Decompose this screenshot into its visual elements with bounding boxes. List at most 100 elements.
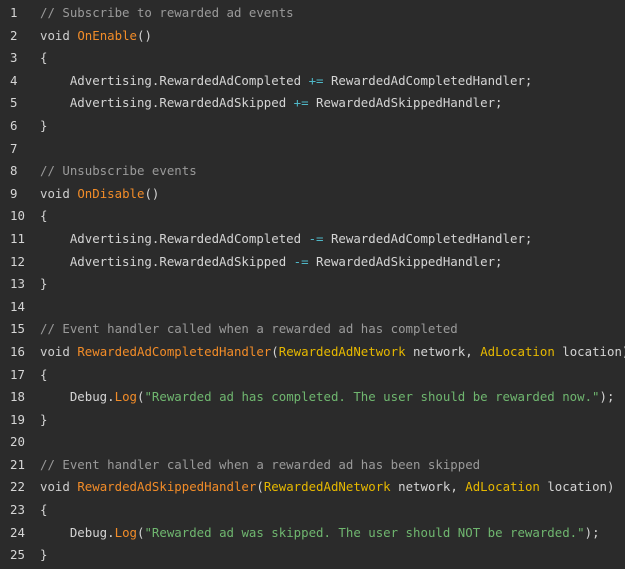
code-line[interactable]: 6} — [0, 115, 625, 138]
line-number: 11 — [10, 230, 25, 246]
code-text[interactable]: void RewardedAdCompletedHandler(Rewarded… — [40, 341, 625, 364]
code-token-string: "Rewarded ad has completed. The user sho… — [144, 389, 600, 405]
code-token-op: -= — [293, 253, 309, 269]
code-line[interactable]: 19} — [0, 409, 625, 432]
code-token-text: ( — [271, 343, 279, 359]
code-token-type: AdLocation — [480, 343, 555, 359]
line-number: 13 — [10, 276, 25, 292]
code-text[interactable]: void OnDisable() — [40, 183, 625, 206]
code-token-keyword: void — [40, 343, 78, 359]
code-token-func: RewardedAdCompletedHandler — [77, 343, 272, 359]
code-token-text: location) — [539, 479, 615, 495]
code-token-func: RewardedAdSkippedHandler — [77, 479, 257, 495]
code-text[interactable]: { — [40, 499, 625, 522]
code-token-func: Log — [114, 524, 137, 540]
line-number: 9 — [10, 185, 18, 201]
code-text[interactable]: Advertising.RewardedAdCompleted -= Rewar… — [40, 228, 625, 251]
code-token-text: } — [40, 547, 48, 563]
code-token-text: RewardedAdSkippedHandler; — [308, 95, 503, 111]
code-token-text: () — [137, 27, 152, 43]
code-text[interactable]: Advertising.RewardedAdCompleted += Rewar… — [40, 70, 625, 93]
code-text[interactable]: { — [40, 205, 625, 228]
code-line[interactable]: 16 void RewardedAdCompletedHandler(Reward… — [0, 341, 625, 364]
code-token-text: ); — [584, 524, 600, 540]
code-token-comment: // Unsubscribe events — [40, 163, 197, 179]
code-token-comment: // Event handler called when a rewarded … — [40, 456, 481, 472]
code-token-text: Advertising.RewardedAdCompleted — [40, 72, 309, 88]
code-token-text: Debug. — [40, 524, 115, 540]
code-text[interactable]: Debug.Log("Rewarded ad was skipped. The … — [40, 522, 625, 545]
code-token-text: () — [144, 185, 160, 201]
line-number: 25 — [10, 547, 25, 563]
code-line[interactable]: 17 { — [0, 364, 625, 387]
code-text[interactable]: Advertising.RewardedAdSkipped -= Rewarde… — [40, 251, 625, 274]
code-token-keyword: void — [40, 27, 78, 43]
code-token-text: { — [40, 366, 48, 382]
code-token-text: } — [40, 117, 48, 133]
code-token-type: RewardedAdNetwork — [278, 343, 406, 359]
line-number: 4 — [10, 72, 18, 88]
code-token-text: network, — [405, 343, 481, 359]
code-line[interactable]: 8 // Unsubscribe events — [0, 160, 625, 183]
code-token-type: RewardedAdNetwork — [263, 479, 391, 495]
code-line[interactable]: 10 { — [0, 205, 625, 228]
code-line[interactable]: 25} — [0, 544, 625, 567]
line-number: 15 — [10, 321, 25, 337]
code-text[interactable]: Advertising.RewardedAdSkipped += Rewarde… — [40, 92, 625, 115]
code-line[interactable]: 22 void RewardedAdSkippedHandler(Rewarded… — [0, 476, 625, 499]
line-number: 5 — [10, 95, 18, 111]
code-line[interactable]: 1 // Subscribe to rewarded ad events — [0, 2, 625, 25]
code-token-text: RewardedAdCompletedHandler; — [323, 230, 533, 246]
code-line[interactable]: 23 { — [0, 499, 625, 522]
code-line[interactable]: 2 void OnEnable() — [0, 25, 625, 48]
code-token-text: { — [40, 208, 48, 224]
line-number: 19 — [10, 411, 25, 427]
code-line[interactable]: 7 — [0, 138, 625, 161]
code-text[interactable]: // Event handler called when a rewarded … — [40, 318, 625, 341]
line-number: 20 — [10, 434, 25, 450]
code-line[interactable]: 14 — [0, 296, 625, 319]
code-line[interactable]: 21 // Event handler called when a rewarde… — [0, 454, 625, 477]
line-number: 2 — [10, 27, 18, 43]
code-text[interactable]: Debug.Log("Rewarded ad has completed. Th… — [40, 386, 625, 409]
code-text[interactable]: } — [40, 273, 625, 296]
code-text[interactable]: // Unsubscribe events — [40, 160, 625, 183]
line-number: 3 — [10, 50, 18, 66]
code-token-text: network, — [390, 479, 466, 495]
code-text[interactable]: } — [40, 115, 625, 138]
code-text[interactable]: { — [40, 47, 625, 70]
code-token-text: ); — [599, 389, 615, 405]
code-token-text: { — [40, 50, 48, 66]
code-text[interactable]: void OnEnable() — [40, 25, 625, 48]
code-line[interactable]: 3{ — [0, 47, 625, 70]
code-text[interactable]: } — [40, 409, 625, 432]
code-text[interactable]: // Subscribe to rewarded ad events — [40, 2, 625, 25]
line-number: 14 — [10, 298, 25, 314]
code-text[interactable]: { — [40, 364, 625, 387]
code-line[interactable]: 15 // Event handler called when a rewarde… — [0, 318, 625, 341]
code-token-op: += — [308, 72, 324, 88]
line-number: 23 — [10, 502, 25, 518]
code-line[interactable]: 9 void OnDisable() — [0, 183, 625, 206]
code-line[interactable]: 12 Advertising.RewardedAdSkipped -= Rewa… — [0, 251, 625, 274]
line-number: 6 — [10, 117, 18, 133]
code-token-keyword: void — [40, 479, 78, 495]
code-token-op: += — [293, 95, 309, 111]
code-editor[interactable]: 1 // Subscribe to rewarded ad events 2 void… — [0, 0, 625, 569]
code-text[interactable]: // Event handler called when a rewarded … — [40, 454, 625, 477]
code-line[interactable]: 5 Advertising.RewardedAdSkipped += Rewar… — [0, 92, 625, 115]
code-text[interactable]: } — [40, 544, 625, 567]
line-number: 7 — [10, 140, 18, 156]
code-line[interactable]: 4 Advertising.RewardedAdCompleted += Rew… — [0, 70, 625, 93]
code-token-comment: // Subscribe to rewarded ad events — [40, 5, 294, 20]
code-line[interactable]: 24 Debug.Log("Rewarded ad was skipped. T… — [0, 522, 625, 545]
code-token-text: Advertising.RewardedAdCompleted — [40, 230, 309, 246]
line-number: 17 — [10, 366, 25, 382]
code-token-text: ( — [256, 479, 264, 495]
code-line[interactable]: 20 — [0, 431, 625, 454]
code-text[interactable]: void RewardedAdSkippedHandler(RewardedAd… — [40, 476, 625, 499]
code-token-text: RewardedAdCompletedHandler; — [323, 72, 533, 88]
code-line[interactable]: 13} — [0, 273, 625, 296]
code-line[interactable]: 11 Advertising.RewardedAdCompleted -= Re… — [0, 228, 625, 251]
code-line[interactable]: 18 Debug.Log("Rewarded ad has completed.… — [0, 386, 625, 409]
